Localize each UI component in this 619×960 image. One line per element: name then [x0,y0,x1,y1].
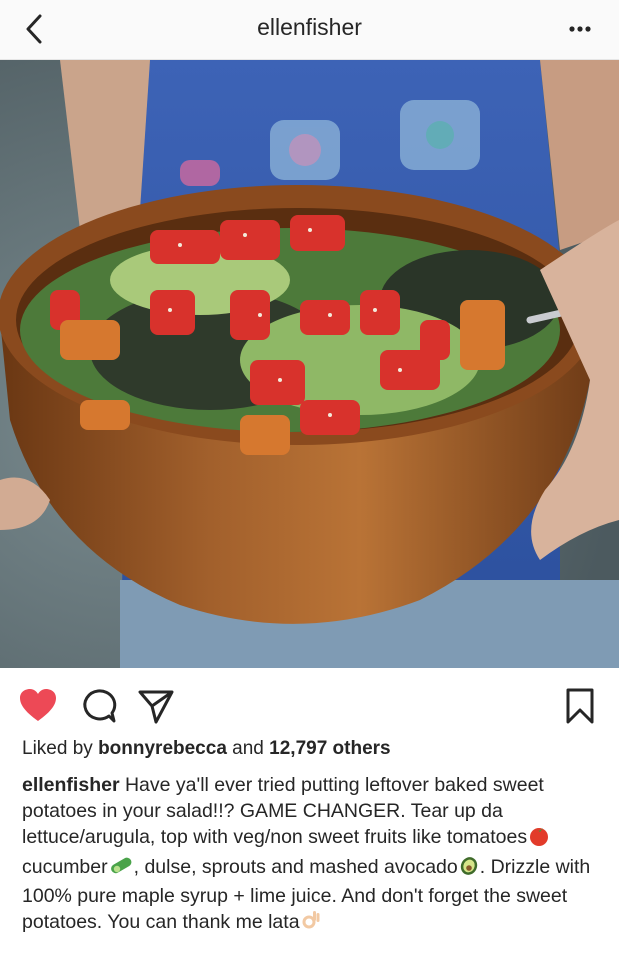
ok-hand-emoji-icon [300,909,322,938]
tomato-emoji-icon [527,824,551,853]
cucumber-emoji-icon [108,854,134,883]
caption-text-3: , dulse, sprouts and mashed avocado [133,855,458,878]
likes-count[interactable]: 12,797 others [269,738,390,759]
post-caption: ellenfisher Have ya'll ever tried puttin… [22,772,602,938]
caption-username[interactable]: ellenfisher [22,774,120,796]
heart-filled-icon[interactable] [18,686,58,726]
comment-icon[interactable] [78,686,118,726]
top-navigation-bar: ellenfisher [0,0,619,60]
send-icon[interactable] [136,686,176,726]
caption-text-2: cucumber [22,855,108,878]
likes-joiner: and [232,738,264,759]
more-horizontal-icon[interactable] [563,14,597,44]
likes-prefix: Liked by [22,738,93,759]
post-action-bar [0,668,619,742]
bookmark-icon[interactable] [560,686,600,726]
liked-by-username[interactable]: bonnyrebecca [98,738,227,759]
avocado-emoji-icon [458,854,480,883]
page-title: ellenfisher [257,14,362,40]
post-photo[interactable] [0,60,619,668]
likes-summary: Liked by bonnyrebecca and 12,797 others [22,738,391,760]
